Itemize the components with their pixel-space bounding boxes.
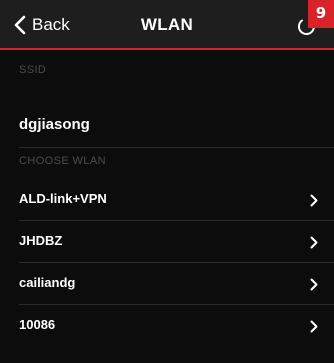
wlan-name: 10086 <box>19 317 56 332</box>
wlan-name: ALD-link+VPN <box>19 191 107 206</box>
wlan-name: cailiandg <box>19 275 76 290</box>
chevron-right-icon <box>310 194 318 207</box>
step-badge: 9 <box>308 0 334 28</box>
navigation-bar: Back WLAN <box>0 0 334 50</box>
choose-wlan-header: CHOOSE WLAN <box>19 155 106 167</box>
ssid-section-header: SSID <box>19 64 47 76</box>
ssid-divider <box>19 147 334 148</box>
wlan-list-item[interactable]: JHDBZ <box>0 221 334 263</box>
chevron-right-icon <box>310 320 318 333</box>
wlan-name: JHDBZ <box>19 233 63 248</box>
ssid-value: dgjiasong <box>19 116 90 133</box>
chevron-right-icon <box>310 278 318 291</box>
wlan-list-item[interactable]: cailiandg <box>0 263 334 305</box>
page-title: WLAN <box>140 15 194 34</box>
wlan-list-item[interactable]: ALD-link+VPN <box>0 179 334 221</box>
wlan-list-item[interactable]: 10086 <box>0 305 334 347</box>
chevron-right-icon <box>310 236 318 249</box>
